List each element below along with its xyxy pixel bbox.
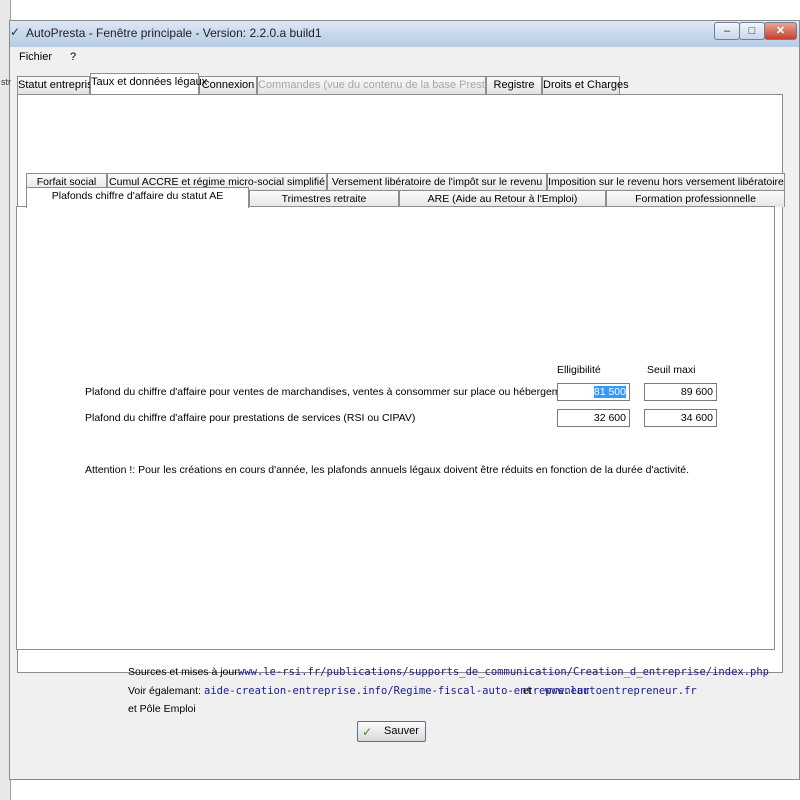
- sources-link[interactable]: www.le-rsi.fr/publications/supports_de_c…: [238, 666, 769, 678]
- save-button[interactable]: ✓ Sauver: [357, 721, 426, 742]
- tab-statut-entreprise[interactable]: Statut entreprise: [17, 76, 99, 94]
- menu-fichier[interactable]: Fichier: [19, 51, 52, 63]
- menu-help[interactable]: ?: [70, 51, 76, 63]
- row2-label: Plafond du chiffre d'affaire pour presta…: [85, 412, 416, 424]
- tab-commandes: Commandes (vue du contenu de la base Pre…: [257, 76, 519, 94]
- sidebar-edge-label: str: [1, 77, 11, 87]
- title-bar: ✓ AutoPresta - Fenêtre principale - Vers…: [10, 21, 799, 47]
- row1-eligibilite-field[interactable]: 81 500: [557, 383, 630, 401]
- window-title: AutoPresta - Fenêtre principale - Versio…: [26, 26, 322, 40]
- row1-seuil-field[interactable]: 89 600: [644, 383, 717, 401]
- close-icon: ✕: [775, 25, 786, 37]
- voir-label: Voir égalemant:: [128, 685, 201, 697]
- inner-tab-trimestres-retraite[interactable]: Trimestres retraite: [249, 190, 399, 207]
- inner-tab-are[interactable]: ARE (Aide au Retour à l'Emploi): [399, 190, 606, 207]
- save-button-label: Sauver: [384, 725, 419, 737]
- col-seuil-header: Seuil maxi: [647, 364, 696, 376]
- maximize-button[interactable]: □: [739, 22, 765, 40]
- row2-seuil-field[interactable]: 34 600: [644, 409, 717, 427]
- maximize-icon: □: [748, 25, 756, 37]
- warning-text: Attention !: Pour les créations en cours…: [85, 464, 690, 476]
- row2-eligibilite-field[interactable]: 32 600: [557, 409, 630, 427]
- minimize-icon: –: [723, 25, 731, 37]
- pole-emploi-text: et Pôle Emploi: [128, 703, 196, 715]
- plafonds-panel: [16, 206, 775, 650]
- col-eligibilite-header: Elligibilité: [557, 364, 601, 376]
- minimize-button[interactable]: –: [714, 22, 740, 40]
- tab-connexion[interactable]: Connexion: [199, 76, 257, 94]
- voir-et-text: et: [523, 685, 532, 697]
- voir-link-lautoentrepreneur[interactable]: www.lautoentrepreneur.fr: [545, 685, 697, 697]
- inner-tab-imposition-revenu[interactable]: Imposition sur le revenu hors versement …: [547, 173, 785, 190]
- tab-taux-donnees-legaux[interactable]: Taux et données légaux: [90, 73, 207, 94]
- tab-droits-charges[interactable]: Droits et Charges: [542, 76, 629, 94]
- inner-tab-plafonds[interactable]: Plafonds chiffre d'affaire du statut AE: [26, 187, 249, 208]
- app-check-icon: ✓: [10, 25, 21, 39]
- menu-bar: Fichier ?: [10, 47, 799, 69]
- check-icon: ✓: [362, 725, 373, 739]
- row1-label: Plafond du chiffre d'affaire pour ventes…: [85, 386, 603, 398]
- inner-tab-versement-liberatoire[interactable]: Versement libératoire de l'impôt sur le …: [327, 173, 547, 190]
- inner-tab-formation[interactable]: Formation professionnelle: [606, 190, 785, 207]
- sources-label: Sources et mises à jour:: [128, 666, 241, 678]
- close-button[interactable]: ✕: [764, 22, 797, 40]
- row1-eligibilite-value: 81 500: [593, 386, 626, 398]
- tab-registre[interactable]: Registre: [486, 76, 542, 94]
